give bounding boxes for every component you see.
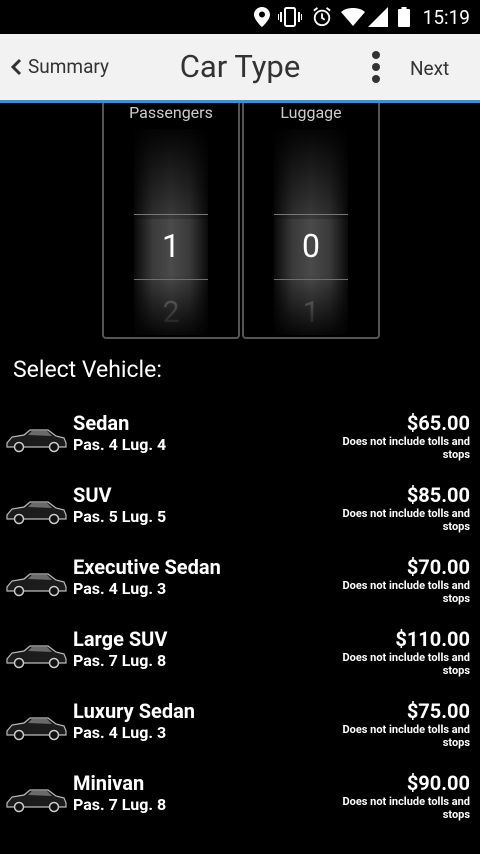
large-suv-car-icon	[4, 641, 68, 669]
vehicle-name: Large SUV	[73, 627, 168, 651]
vehicle-capacity: Pas. 7 Lug. 8	[73, 795, 167, 814]
vehicle-price-note: Does not include tolls and stops	[342, 723, 470, 749]
vehicle-name: Luxury Sedan	[73, 699, 195, 723]
vehicle-name: Executive Sedan	[73, 555, 221, 579]
vibrate-icon	[278, 7, 302, 27]
vehicle-name: SUV	[73, 483, 112, 507]
luggage-selected-value: 0	[302, 227, 320, 265]
vehicle-capacity: Pas. 4 Lug. 3	[73, 723, 167, 742]
vehicle-price: $70.00	[406, 555, 470, 579]
minivan-car-icon	[4, 785, 68, 813]
passengers-selected-value: 1	[162, 227, 180, 265]
battery-icon	[398, 7, 410, 27]
location-icon	[254, 7, 270, 27]
vehicle-price: $110.00	[395, 627, 470, 651]
vehicle-capacity: Pas. 5 Lug. 5	[73, 507, 167, 526]
next-button[interactable]: Next	[410, 57, 449, 80]
luggage-picker-label: Luggage	[280, 103, 342, 122]
luxury-sedan-car-icon	[4, 713, 68, 741]
vehicle-price: $85.00	[406, 483, 470, 507]
passengers-picker[interactable]: Passengers 1 2	[102, 103, 240, 339]
select-vehicle-heading: Select Vehicle:	[13, 356, 162, 383]
vehicle-row[interactable]: SUV Pas. 5 Lug. 5 $85.00 Does not include t…	[0, 483, 480, 547]
vehicle-row[interactable]: Luxury Sedan Pas. 4 Lug. 3 $75.00 Does not …	[0, 699, 480, 763]
vehicle-price-note: Does not include tolls and stops	[342, 579, 470, 605]
vehicle-row[interactable]: Large SUV Pas. 7 Lug. 8 $110.00 Does not in…	[0, 627, 480, 691]
vehicle-capacity: Pas. 4 Lug. 4	[73, 435, 167, 454]
status-time: 15:19	[422, 6, 470, 29]
luggage-drum[interactable]: 0 1	[274, 129, 348, 335]
status-bar: 15:19	[0, 0, 480, 34]
vehicle-price: $90.00	[406, 771, 470, 795]
vehicle-row[interactable]: Sedan Pas. 4 Lug. 4 $65.00 Does not include…	[0, 411, 480, 475]
vehicle-price: $75.00	[406, 699, 470, 723]
vehicle-price-note: Does not include tolls and stops	[342, 507, 470, 533]
vehicle-price-note: Does not include tolls and stops	[342, 435, 470, 461]
action-bar: Summary Car Type Next	[0, 34, 480, 103]
vehicle-price: $65.00	[406, 411, 470, 435]
page-title: Car Type	[179, 48, 301, 85]
vehicle-price-note: Does not include tolls and stops	[342, 795, 470, 821]
alarm-icon	[313, 7, 331, 27]
overflow-menu-icon[interactable]	[369, 50, 383, 84]
sedan-car-icon	[4, 425, 68, 453]
vehicle-name: Minivan	[73, 771, 145, 795]
passengers-drum[interactable]: 1 2	[134, 129, 208, 335]
wifi-icon	[341, 8, 365, 26]
cellular-signal-icon	[368, 7, 388, 27]
luggage-picker[interactable]: Luggage 0 1	[242, 103, 380, 339]
vehicle-name: Sedan	[73, 411, 130, 435]
suv-car-icon	[4, 497, 68, 525]
vehicle-capacity: Pas. 4 Lug. 3	[73, 579, 167, 598]
passengers-picker-label: Passengers	[129, 103, 213, 122]
executive-sedan-car-icon	[4, 569, 68, 597]
vehicle-row[interactable]: Minivan Pas. 7 Lug. 8 $90.00 Does not inclu…	[0, 771, 480, 835]
vehicle-price-note: Does not include tolls and stops	[342, 651, 470, 677]
vehicle-capacity: Pas. 7 Lug. 8	[73, 651, 167, 670]
vehicle-row[interactable]: Executive Sedan Pas. 4 Lug. 3 $70.00 Does n…	[0, 555, 480, 619]
